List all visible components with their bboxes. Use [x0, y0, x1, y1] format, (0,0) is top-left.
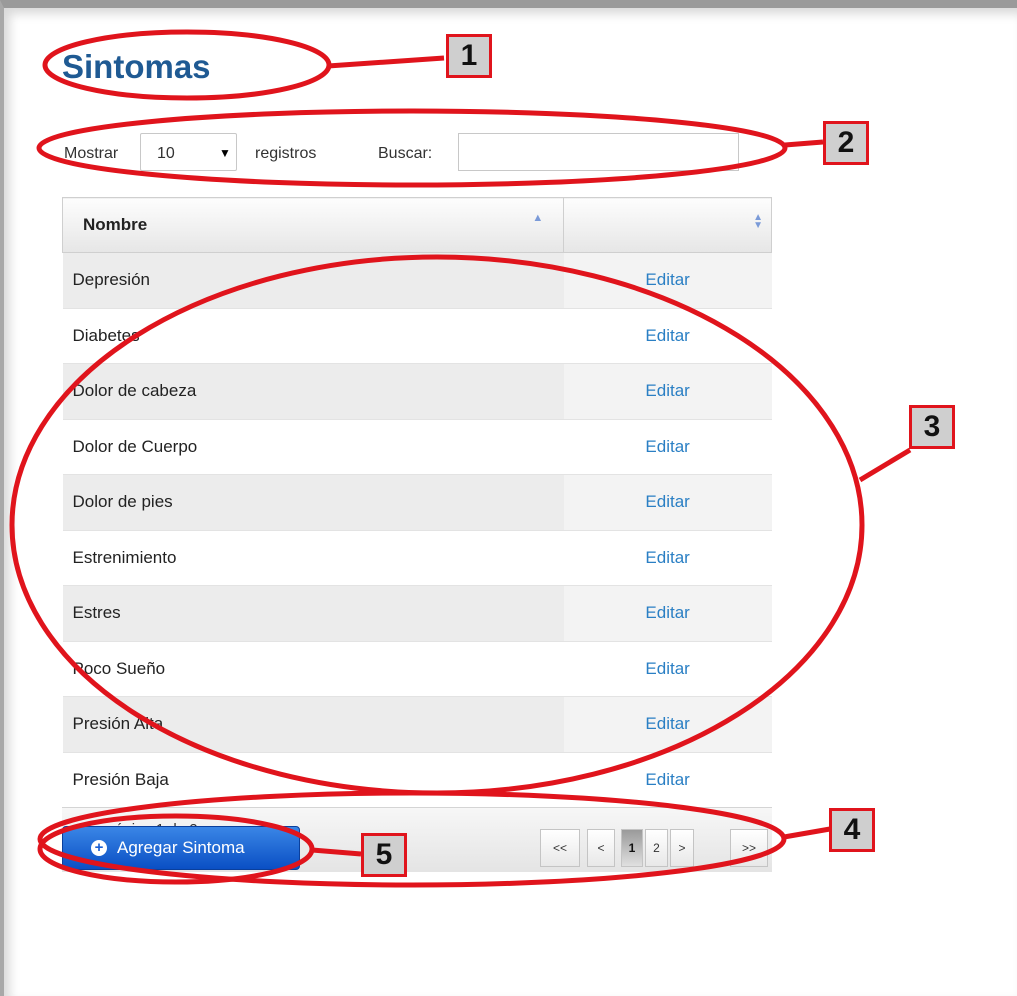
annotation-callout-3: 3 [909, 405, 955, 449]
annotation-callout-1: 1 [446, 34, 492, 78]
annotation-callout-4: 4 [829, 808, 875, 852]
annotation-connector-1 [327, 55, 445, 69]
annotation-connector-5 [311, 847, 362, 857]
annotation-ellipse-1 [42, 29, 332, 101]
annotation-ellipse-3 [9, 254, 865, 796]
annotation-ellipse-2 [36, 108, 788, 188]
annotation-callout-2: 2 [823, 121, 869, 165]
annotation-connector-4 [783, 826, 831, 840]
annotation-callout-5: 5 [361, 833, 407, 877]
annotation-connector-3 [858, 447, 912, 483]
annotation-connector-2 [784, 139, 824, 148]
annotation-ellipse-4 [37, 790, 787, 888]
